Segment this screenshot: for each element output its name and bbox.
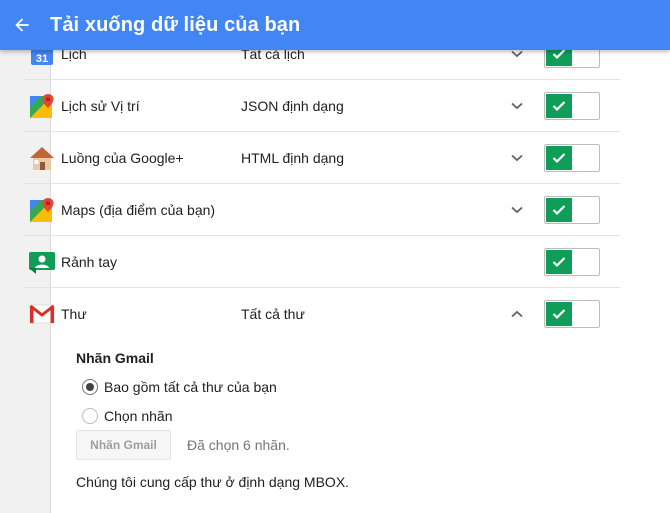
include-toggle[interactable] xyxy=(544,247,600,276)
radio-label: Bao gồm tất cả thư của bạn xyxy=(104,379,277,395)
include-toggle[interactable] xyxy=(544,300,600,328)
chevron-down-icon[interactable] xyxy=(508,97,526,115)
product-name: Maps (địa điểm của bạn) xyxy=(61,201,216,218)
include-toggle[interactable] xyxy=(544,195,600,224)
product-format: JSON định dạng xyxy=(241,97,344,114)
radio-button-selected[interactable] xyxy=(82,379,98,395)
product-format: Tất cả thư xyxy=(241,306,305,322)
app-bar: Tải xuống dữ liệu của bạn xyxy=(0,0,670,50)
selected-labels-count: Đã chọn 6 nhãn. xyxy=(187,437,290,453)
product-row-maps: Maps (địa điểm của bạn) xyxy=(24,184,620,236)
include-toggle[interactable] xyxy=(544,143,600,172)
gmail-labels-button[interactable]: Nhãn Gmail xyxy=(76,430,171,460)
mbox-format-note: Chúng tôi cung cấp thư ở định dạng MBOX. xyxy=(76,474,350,490)
product-name: Rảnh tay xyxy=(61,253,118,270)
gmail-labels-heading: Nhãn Gmail xyxy=(76,350,154,366)
maps-pin-icon xyxy=(28,92,56,120)
gmail-icon xyxy=(28,300,56,328)
chevron-up-icon[interactable] xyxy=(508,305,526,323)
product-name: Lịch sử Vị trí xyxy=(61,97,140,114)
radio-choose-labels[interactable]: Chọn nhãn xyxy=(82,408,173,424)
back-button[interactable] xyxy=(2,0,42,50)
product-row-google-plus-stream: Luồng của Google+ HTML định dạng xyxy=(24,132,620,184)
maps-pin-icon xyxy=(28,196,56,224)
radio-include-all-mail[interactable]: Bao gồm tất cả thư của bạn xyxy=(82,379,277,395)
arrow-back-icon xyxy=(15,18,29,32)
product-format: HTML định dạng xyxy=(241,149,344,166)
page-title: Tải xuống dữ liệu của bạn xyxy=(50,13,301,36)
radio-button[interactable] xyxy=(82,408,98,424)
product-row-location-history: Lịch sử Vị trí JSON định dạng xyxy=(24,80,620,132)
product-row-mail: Thư Tất cả thư xyxy=(24,288,620,340)
product-row-hands-free: Rảnh tay xyxy=(24,236,620,288)
svg-text:31: 31 xyxy=(36,53,48,65)
chevron-down-icon[interactable] xyxy=(508,149,526,167)
product-name: Luồng của Google+ xyxy=(61,149,184,166)
house-icon xyxy=(28,144,56,172)
handsfree-icon xyxy=(28,248,56,276)
chevron-down-icon[interactable] xyxy=(508,201,526,219)
radio-label: Chọn nhãn xyxy=(104,408,173,424)
include-toggle[interactable] xyxy=(544,91,600,120)
product-name: Thư xyxy=(61,306,87,322)
